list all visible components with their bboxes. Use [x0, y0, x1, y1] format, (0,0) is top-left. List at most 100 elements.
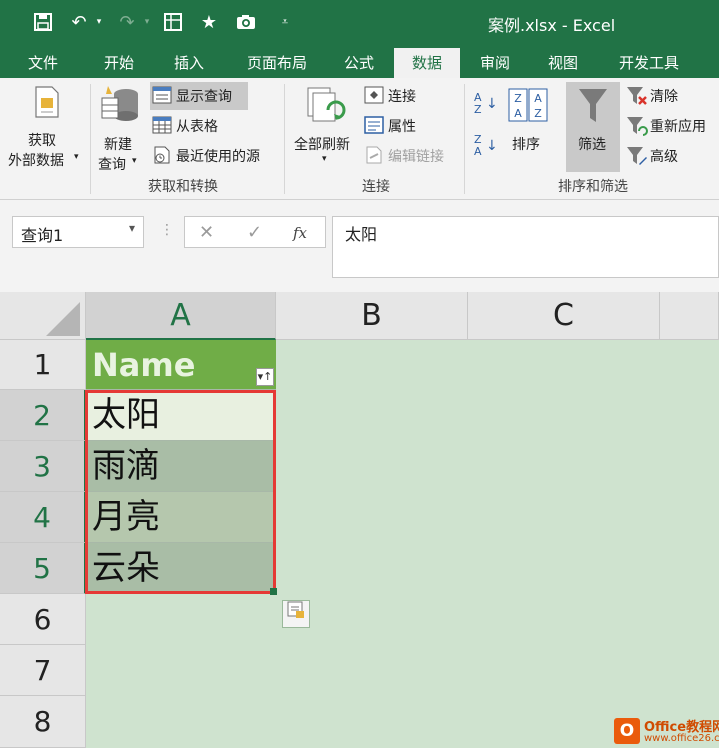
- new-query-button[interactable]: 新建 查询 ▾: [96, 82, 146, 173]
- tab-formulas[interactable]: 公式: [332, 48, 386, 78]
- sort-dialog-icon: ZAAZ: [508, 88, 548, 126]
- row-header-3[interactable]: 3: [0, 441, 86, 492]
- cancel-icon[interactable]: ✕: [199, 222, 214, 243]
- formula-input[interactable]: 太阳: [332, 216, 719, 278]
- table-cell[interactable]: 云朵: [86, 543, 276, 594]
- advanced-filter-icon: [626, 146, 648, 170]
- sort-ascending-button[interactable]: AZ ↓: [474, 92, 500, 120]
- undo-icon[interactable]: ↶: [66, 8, 92, 36]
- formula-buttons: ✕ ✓ fx: [184, 216, 326, 248]
- enter-icon[interactable]: ✓: [247, 222, 262, 243]
- svg-text:Z: Z: [534, 107, 542, 120]
- chevron-down-icon: ▾: [322, 154, 327, 164]
- formula-bar-grip[interactable]: ⋮: [160, 222, 174, 238]
- chevron-down-icon: ▾: [74, 152, 79, 162]
- tab-view[interactable]: 视图: [536, 48, 590, 78]
- name-box[interactable]: 查询1 ▾: [12, 216, 144, 248]
- insert-function-icon[interactable]: fx: [293, 224, 307, 242]
- ribbon: 获取 外部数据 ▾ 新建 查询 ▾ 显示查询 从表格 最近使用的源 获取和转换: [0, 78, 719, 200]
- chevron-down-icon: ▾: [132, 156, 137, 166]
- filter-funnel-icon: [578, 88, 608, 128]
- column-header-d[interactable]: [660, 292, 719, 340]
- window-title: 案例.xlsx - Excel: [488, 16, 616, 35]
- row-header-5[interactable]: 5: [0, 543, 86, 594]
- refresh-all-icon: [306, 86, 346, 130]
- redo-icon[interactable]: ↷: [114, 8, 140, 36]
- advanced-filter-button[interactable]: 高级: [626, 144, 716, 168]
- connections-icon: [364, 86, 384, 108]
- row-header-2[interactable]: 2: [0, 390, 86, 441]
- row-header-8[interactable]: 8: [0, 696, 86, 748]
- star-icon[interactable]: ★: [196, 8, 222, 36]
- sort-za-icon: ZA: [474, 133, 482, 158]
- tab-review[interactable]: 审阅: [468, 48, 522, 78]
- show-queries-button[interactable]: 显示查询: [152, 84, 248, 108]
- svg-text:Z: Z: [514, 92, 522, 105]
- divider: [464, 84, 465, 194]
- properties-button[interactable]: 属性: [364, 114, 460, 138]
- table-cell[interactable]: 月亮: [86, 492, 276, 543]
- filter-dropdown-icon[interactable]: ▾↑: [256, 368, 274, 386]
- tab-page-layout[interactable]: 页面布局: [232, 48, 322, 78]
- from-table-button[interactable]: 从表格: [152, 114, 248, 138]
- reapply-button[interactable]: 重新应用: [626, 114, 719, 138]
- row-header-6[interactable]: 6: [0, 594, 86, 645]
- new-query-icon: [100, 84, 140, 130]
- select-all-corner[interactable]: [0, 292, 86, 340]
- table-icon[interactable]: [160, 8, 186, 36]
- office-logo-icon: O: [614, 718, 640, 744]
- get-external-data-label-1: 获取: [28, 133, 56, 149]
- quick-analysis-icon[interactable]: [282, 600, 310, 628]
- chevron-down-icon[interactable]: ▾: [129, 221, 135, 235]
- reapply-icon: [626, 116, 648, 140]
- column-header-c[interactable]: C: [468, 292, 660, 340]
- svg-text:A: A: [534, 92, 542, 105]
- divider: [284, 84, 285, 194]
- tab-developer[interactable]: 开发工具: [604, 48, 694, 78]
- tab-insert[interactable]: 插入: [160, 48, 218, 78]
- divider: [90, 84, 91, 194]
- connections-label: 连接: [388, 89, 416, 105]
- edit-links-button[interactable]: 编辑链接: [364, 144, 460, 168]
- title-bar: ↶ ▾ ↷ ▾ ★ ⩡ 案例.xlsx - Excel: [0, 0, 719, 44]
- filter-button[interactable]: 筛选: [566, 82, 620, 172]
- fill-handle[interactable]: [270, 588, 277, 595]
- customize-qat-icon[interactable]: ⩡: [276, 8, 294, 36]
- table-cell[interactable]: 雨滴: [86, 441, 276, 492]
- connections-button[interactable]: 连接: [364, 84, 460, 108]
- clear-filter-button[interactable]: 清除: [626, 84, 716, 108]
- sort-az-icon: AZ: [474, 91, 482, 116]
- column-header-a[interactable]: A: [86, 292, 276, 340]
- name-box-value: 查询1: [21, 226, 64, 245]
- row-header-1[interactable]: 1: [0, 340, 86, 390]
- tab-home[interactable]: 开始: [92, 48, 146, 78]
- show-queries-label: 显示查询: [176, 89, 232, 105]
- watermark-url: www.office26.com: [644, 733, 719, 744]
- show-queries-icon: [152, 86, 172, 108]
- svg-text:A: A: [514, 107, 522, 120]
- group-label-get-transform: 获取和转换: [148, 179, 218, 195]
- clear-filter-icon: [626, 86, 648, 110]
- redo-dropdown-icon[interactable]: ▾: [140, 8, 154, 36]
- save-icon[interactable]: [30, 8, 56, 36]
- camera-icon[interactable]: [232, 8, 260, 36]
- sort-descending-button[interactable]: ZA ↓: [474, 134, 500, 162]
- tab-file[interactable]: 文件: [16, 48, 70, 78]
- sort-label: 排序: [512, 137, 540, 153]
- undo-dropdown-icon[interactable]: ▾: [92, 8, 106, 36]
- row-header-7[interactable]: 7: [0, 645, 86, 696]
- clear-filter-label: 清除: [650, 89, 678, 105]
- get-external-data-button[interactable]: 获取 外部数据 ▾: [6, 82, 84, 172]
- recent-sources-icon: [152, 146, 172, 168]
- tab-data[interactable]: 数据: [394, 48, 460, 78]
- from-table-icon: [152, 116, 172, 138]
- new-query-label-1: 新建: [104, 137, 132, 153]
- column-header-b[interactable]: B: [276, 292, 468, 340]
- refresh-all-button[interactable]: 全部刷新 ▾: [290, 82, 360, 172]
- table-cell[interactable]: 太阳: [86, 390, 276, 441]
- table-header-cell[interactable]: Name ▾↑: [86, 340, 276, 390]
- recent-sources-button[interactable]: 最近使用的源: [152, 144, 278, 168]
- properties-icon: [364, 116, 384, 138]
- sort-button[interactable]: ZAAZ 排序: [506, 82, 552, 172]
- row-header-4[interactable]: 4: [0, 492, 86, 543]
